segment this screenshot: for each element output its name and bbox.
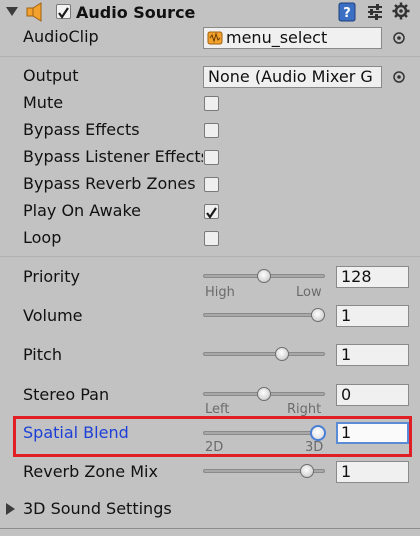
spatial-blend-max-label: 3D xyxy=(305,440,324,455)
object-picker-icon[interactable] xyxy=(392,31,406,45)
bypass-listener-effects-label: Bypass Listener Effects xyxy=(23,147,203,166)
output-value: None (Audio Mixer G xyxy=(208,67,373,86)
bypass-effects-checkbox[interactable] xyxy=(204,123,219,138)
reverb-zone-mix-label: Reverb Zone Mix xyxy=(23,462,158,481)
stereo-pan-label: Stereo Pan xyxy=(23,385,110,404)
bypass-listener-effects-checkbox[interactable] xyxy=(204,150,219,165)
priority-label: Priority xyxy=(23,267,80,286)
loop-label: Loop xyxy=(23,228,62,247)
audio-clip-field[interactable]: menu_select xyxy=(203,27,382,49)
audio-clip-value: menu_select xyxy=(226,28,328,47)
spatial-blend-value-field[interactable]: 1 xyxy=(336,422,409,444)
reverb-zone-mix-slider-thumb[interactable] xyxy=(300,464,315,478)
pitch-label: Pitch xyxy=(23,345,62,364)
3d-sound-settings-foldout[interactable]: 3D Sound Settings xyxy=(23,499,172,518)
foldout-collapsed-icon[interactable] xyxy=(6,503,15,515)
priority-slider-thumb[interactable] xyxy=(257,269,271,283)
priority-max-label: Low xyxy=(296,285,322,300)
component-title: Audio Source xyxy=(76,3,196,22)
bypass-reverb-zones-checkbox[interactable] xyxy=(204,177,219,192)
stereo-pan-value-field[interactable]: 0 xyxy=(336,384,409,406)
preset-sliders-icon[interactable] xyxy=(366,3,384,21)
pitch-slider-track[interactable] xyxy=(203,352,325,356)
stereo-pan-min-label: Left xyxy=(205,402,230,417)
spatial-blend-label: Spatial Blend xyxy=(23,423,129,442)
volume-label: Volume xyxy=(23,306,83,325)
divider xyxy=(0,56,420,57)
svg-text:?: ? xyxy=(343,6,351,21)
output-label: Output xyxy=(23,66,79,85)
help-icon[interactable]: ? xyxy=(338,2,356,22)
spatial-blend-slider-thumb[interactable] xyxy=(310,425,326,441)
stereo-pan-max-label: Right xyxy=(287,402,322,417)
foldout-expanded-icon[interactable] xyxy=(6,7,18,16)
component-header: Audio Source ? xyxy=(0,0,420,24)
pitch-value-field[interactable]: 1 xyxy=(336,344,409,366)
audio-clip-icon xyxy=(207,31,223,45)
component-enabled-checkbox[interactable] xyxy=(56,4,71,19)
audio-clip-label: AudioClip xyxy=(23,27,99,46)
spatial-blend-slider-track[interactable] xyxy=(203,431,325,435)
spatial-blend-min-label: 2D xyxy=(205,440,224,455)
speaker-icon xyxy=(26,2,42,22)
bypass-reverb-zones-label: Bypass Reverb Zones xyxy=(23,174,196,193)
play-on-awake-label: Play On Awake xyxy=(23,201,141,220)
priority-min-label: High xyxy=(205,285,235,300)
output-picker-icon[interactable] xyxy=(392,70,406,84)
bypass-effects-label: Bypass Effects xyxy=(23,120,140,139)
gear-icon[interactable] xyxy=(392,2,410,20)
reverb-zone-mix-value-field[interactable]: 1 xyxy=(336,461,409,483)
stereo-pan-slider-thumb[interactable] xyxy=(257,387,271,401)
mute-label: Mute xyxy=(23,93,64,112)
volume-slider-thumb[interactable] xyxy=(311,308,325,322)
volume-slider-track[interactable] xyxy=(203,313,325,317)
play-on-awake-checkbox[interactable] xyxy=(204,204,219,219)
output-field[interactable]: None (Audio Mixer G xyxy=(203,66,382,88)
check-icon xyxy=(206,207,217,219)
volume-value-field[interactable]: 1 xyxy=(336,305,409,327)
pitch-slider-thumb[interactable] xyxy=(275,347,290,361)
divider xyxy=(0,256,420,257)
bottom-divider xyxy=(0,528,420,529)
loop-checkbox[interactable] xyxy=(204,231,219,246)
priority-value-field[interactable]: 128 xyxy=(336,266,409,288)
check-icon xyxy=(58,7,69,19)
mute-checkbox[interactable] xyxy=(204,96,219,111)
